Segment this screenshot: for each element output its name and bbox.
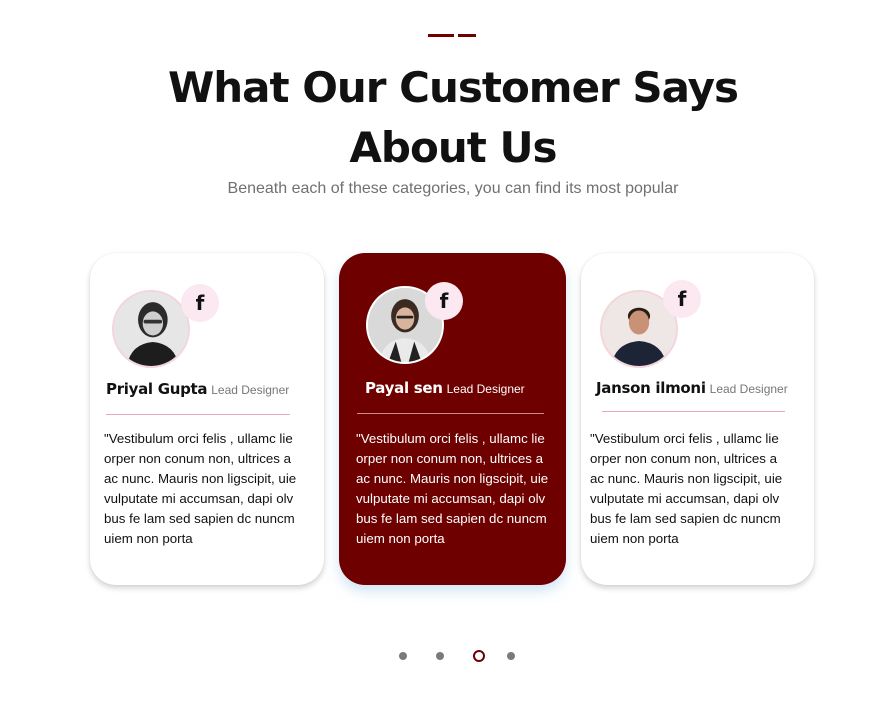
author-name: Janson ilmoni — [596, 379, 706, 397]
testimonial-author: Janson ilmoni Lead Designer — [596, 379, 788, 398]
carousel-dot-4[interactable] — [507, 652, 515, 660]
testimonial-author: Payal sen Lead Designer — [365, 379, 525, 398]
facebook-icon[interactable]: f — [663, 280, 701, 318]
testimonial-card[interactable]: f Priyal Gupta Lead Designer "Vestibulum … — [90, 253, 324, 585]
avatar — [112, 290, 190, 368]
section-title-line-1: What Our Customer Says — [167, 63, 739, 112]
section-subtitle: Beneath each of these categories, you ca… — [227, 180, 679, 197]
facebook-icon[interactable]: f — [181, 284, 219, 322]
author-name: Priyal Gupta — [106, 380, 208, 398]
testimonial-quote: "Vestibulum orci felis , ullamc lie orpe… — [104, 431, 297, 546]
testimonial-author: Priyal Gupta Lead Designer — [106, 380, 289, 399]
carousel-dot-1[interactable] — [399, 652, 407, 660]
author-role: Lead Designer — [709, 382, 788, 396]
section-accent-bar — [428, 34, 478, 37]
carousel-dot-2[interactable] — [436, 652, 444, 660]
author-name: Payal sen — [365, 379, 443, 397]
section-title-line-2: About Us — [349, 123, 557, 172]
testimonial-quote: "Vestibulum orci felis , ullamc lie orpe… — [590, 431, 783, 546]
testimonial-card-active[interactable]: f Payal sen Lead Designer "Vestibulum orc… — [339, 253, 566, 585]
facebook-icon[interactable]: f — [425, 282, 463, 320]
carousel-dot-3-active[interactable] — [473, 650, 485, 662]
author-role: Lead Designer — [446, 382, 525, 396]
section-title: What Our Customer Says About Us — [0, 58, 890, 178]
testimonial-card[interactable]: f Janson ilmoni Lead Designer "Vestibulum… — [581, 253, 814, 585]
divider — [602, 411, 785, 412]
carousel-pagination — [397, 650, 527, 664]
divider — [106, 414, 290, 415]
author-role: Lead Designer — [211, 383, 290, 397]
divider — [357, 413, 544, 414]
avatar-photo-icon — [114, 292, 188, 366]
testimonial-quote: "Vestibulum orci felis , ullamc lie orpe… — [356, 431, 549, 546]
